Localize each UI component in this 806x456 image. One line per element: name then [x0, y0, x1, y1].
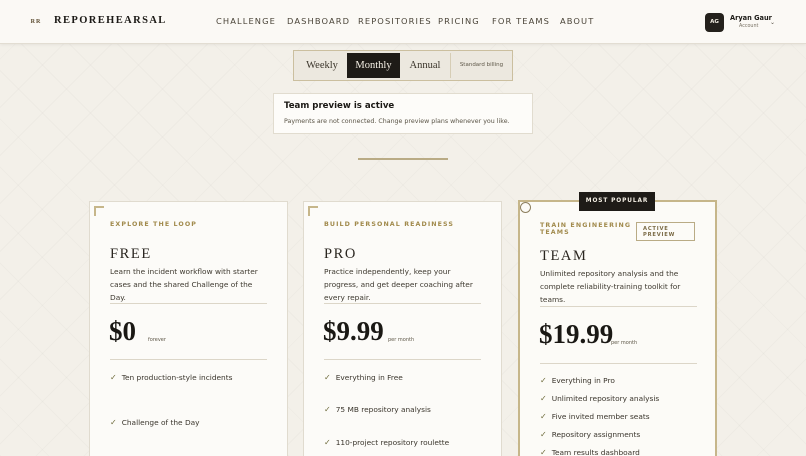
- price-unit: forever: [148, 337, 166, 343]
- nav-challenge[interactable]: CHALLENGE: [216, 16, 276, 26]
- corner-ornament: [94, 206, 104, 216]
- plan-eyebrow: EXPLORE THE LOOP: [110, 221, 198, 228]
- logo-mark[interactable]: RR: [27, 14, 45, 30]
- billing-annual[interactable]: Annual: [400, 53, 450, 78]
- check-icon: ✓: [324, 405, 331, 414]
- plan-description: Learn the incident workflow with starter…: [110, 267, 258, 302]
- plan-price: $0: [109, 316, 136, 346]
- feature-item: ✓ Five invited member seats: [540, 412, 650, 421]
- check-icon: ✓: [540, 448, 547, 456]
- check-icon: ✓: [540, 430, 547, 439]
- plan-description: Unlimited repository analysis and the co…: [540, 269, 681, 304]
- plan-card-team[interactable]: TRAIN ENGINEERING TEAMS ACTIVE PREVIEW T…: [518, 200, 717, 456]
- check-icon: ✓: [324, 373, 331, 382]
- active-preview-badge: ACTIVE PREVIEW: [636, 222, 695, 241]
- notice-title: Team preview is active: [284, 101, 395, 111]
- nav-pricing[interactable]: PRICING: [438, 16, 480, 26]
- nav-about[interactable]: ABOUT: [560, 16, 594, 26]
- feature-item: ✓ Unlimited repository analysis: [540, 394, 660, 403]
- plan-card-free[interactable]: EXPLORE THE LOOP FREE Learn the incident…: [89, 201, 288, 456]
- check-icon: ✓: [540, 394, 547, 403]
- billing-note: Standard billing: [450, 53, 512, 78]
- plan-description: Practice independently, keep your progre…: [324, 267, 473, 302]
- nav-for-teams[interactable]: FOR TEAMS: [492, 16, 550, 26]
- notice-body: Payments are not connected. Change previ…: [284, 118, 510, 125]
- plan-name: PRO: [324, 246, 358, 262]
- billing-period-toggle: Weekly Monthly Annual Standard billing: [293, 50, 513, 81]
- preview-notice: Team preview is active Payments are not …: [273, 93, 533, 134]
- site-header: RR REPOREHEARSAL CHALLENGE DASHBOARD REP…: [0, 0, 806, 44]
- plan-name: TEAM: [540, 248, 588, 264]
- user-name[interactable]: Aryan Gaur: [730, 14, 772, 22]
- feature-item: ✓ 75 MB repository analysis: [324, 405, 431, 414]
- check-icon: ✓: [540, 412, 547, 421]
- plan-card-pro[interactable]: BUILD PERSONAL READINESS PRO Practice in…: [303, 201, 502, 456]
- check-icon: ✓: [110, 373, 117, 382]
- feature-item: ✓ Repository assignments: [540, 430, 641, 439]
- feature-item: ✓ 110-project repository roulette: [324, 438, 450, 447]
- divider: [110, 303, 267, 304]
- divider: [540, 306, 697, 307]
- plan-price: $19.99: [539, 319, 614, 349]
- circle-ornament: [520, 202, 531, 213]
- feature-item: ✓ Everything in Free: [324, 373, 403, 382]
- divider: [110, 359, 267, 360]
- feature-item: ✓ Ten production-style incidents: [110, 373, 233, 382]
- plan-name: FREE: [110, 246, 152, 262]
- feature-item: ✓ Team results dashboard: [540, 448, 640, 456]
- nav-repositories[interactable]: REPOSITORIES: [358, 16, 432, 26]
- most-popular-badge: MOST POPULAR: [579, 192, 655, 211]
- check-icon: ✓: [110, 418, 117, 427]
- divider: [324, 303, 481, 304]
- feature-item: ✓ Challenge of the Day: [110, 418, 200, 427]
- nav-dashboard[interactable]: DASHBOARD: [287, 16, 350, 26]
- billing-monthly[interactable]: Monthly: [347, 53, 400, 78]
- check-icon: ✓: [540, 376, 547, 385]
- divider: [540, 363, 697, 364]
- chevron-down-icon[interactable]: ⌄: [770, 19, 775, 26]
- price-unit: per month: [388, 337, 415, 343]
- plan-price: $9.99: [323, 316, 384, 346]
- feature-item: ✓ Everything in Pro: [540, 376, 615, 385]
- plan-eyebrow: TRAIN ENGINEERING TEAMS: [540, 222, 632, 236]
- corner-ornament: [308, 206, 318, 216]
- avatar[interactable]: AG: [705, 13, 724, 32]
- section-divider: [358, 158, 448, 160]
- user-role: Account: [739, 24, 759, 29]
- plan-eyebrow: BUILD PERSONAL READINESS: [324, 221, 455, 228]
- divider: [324, 359, 481, 360]
- billing-weekly[interactable]: Weekly: [297, 53, 347, 78]
- price-unit: per month: [611, 340, 638, 346]
- logo-text[interactable]: REPOREHEARSAL: [54, 15, 167, 26]
- check-icon: ✓: [324, 438, 331, 447]
